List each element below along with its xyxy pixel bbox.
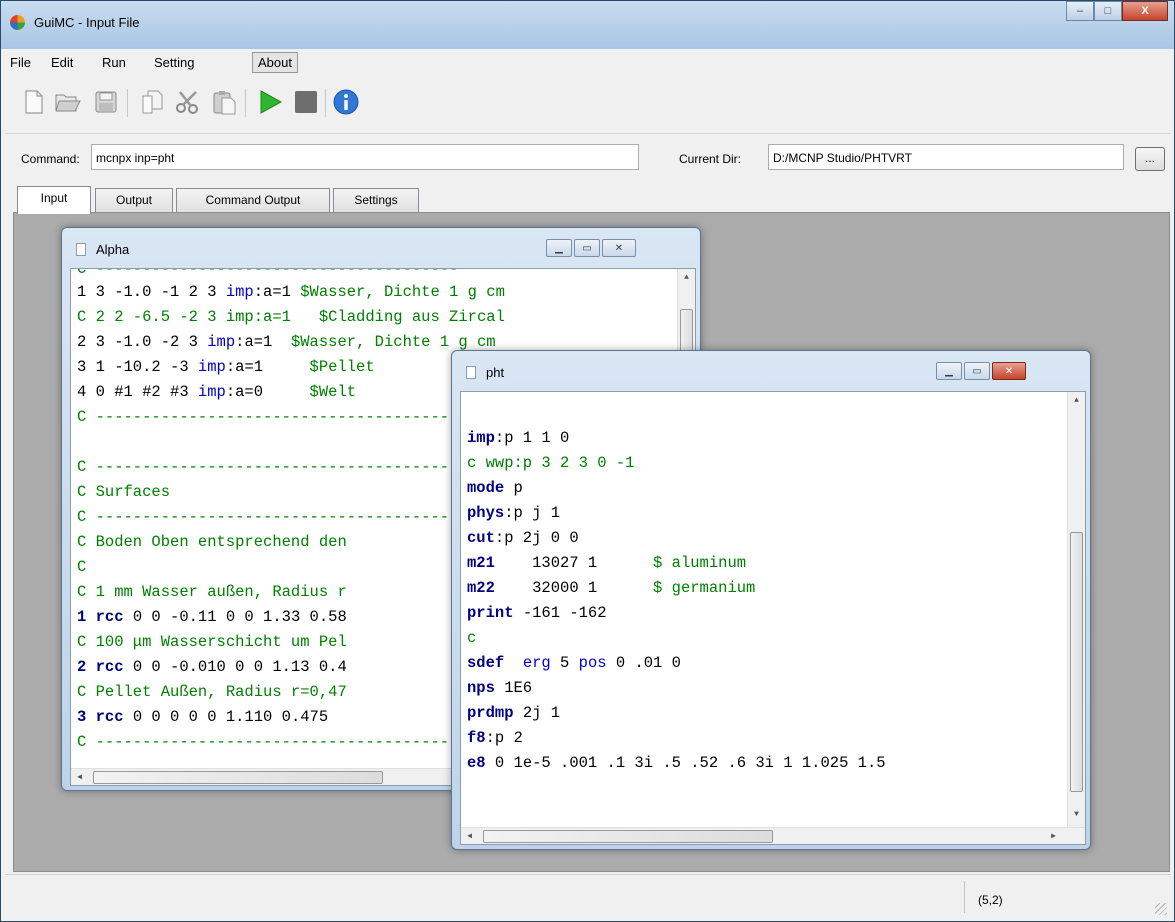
alpha-minimize-button[interactable]: ▁ — [546, 239, 572, 257]
code-line: m21 13027 1 $ aluminum — [467, 554, 747, 572]
tab-settings[interactable]: Settings — [333, 188, 419, 212]
stop-icon[interactable] — [291, 87, 321, 117]
code-line: 4 0 #1 #2 #3 imp:a=0 $Welt — [77, 383, 357, 401]
document-icon — [466, 366, 476, 379]
pht-editor[interactable]: imp:p 1 1 0 c wwp:p 3 2 3 0 -1 mode p ph… — [460, 391, 1086, 845]
code-line: 2 3 -1.0 -2 3 imp:a=1 $Wasser, Dichte 1 … — [77, 333, 496, 351]
pht-minimize-button[interactable]: ▁ — [936, 362, 962, 380]
alpha-close-button[interactable]: ✕ — [602, 239, 636, 257]
run-play-icon[interactable] — [255, 87, 285, 117]
code-line: c — [467, 629, 477, 647]
document-icon — [76, 243, 86, 256]
code-line: C 2 2 -6.5 -2 3 imp:a=1 $Cladding aus Zi… — [77, 308, 505, 326]
code-line: C 1 mm Wasser außen, Radius r — [77, 583, 347, 601]
menu-about[interactable]: About — [252, 52, 298, 73]
menu-run[interactable]: Run — [97, 54, 131, 71]
maximize-button[interactable]: □ — [1094, 1, 1122, 21]
current-dir-label: Current Dir: — [679, 152, 742, 166]
save-icon[interactable] — [91, 87, 121, 117]
code-line: cut:p 2j 0 0 — [467, 529, 579, 547]
open-folder-icon[interactable] — [53, 87, 83, 117]
code-line: C --------------------------------------… — [77, 458, 459, 476]
pht-vertical-scrollbar[interactable]: ▲ ▼ — [1067, 392, 1085, 827]
code-line: prdmp 2j 1 — [467, 704, 561, 722]
pht-window-title: pht — [486, 365, 505, 380]
code-line: f8:p 2 — [467, 729, 523, 747]
current-dir-input[interactable]: D:/MCNP Studio/PHTVRT — [768, 144, 1124, 170]
code-line: mode p — [467, 479, 523, 497]
paste-icon[interactable] — [209, 87, 239, 117]
code-line: c wwp:p 3 2 3 0 -1 — [467, 454, 635, 472]
app-logo-icon — [10, 15, 25, 30]
toolbar — [5, 79, 1171, 134]
cursor-position: (5,2) — [978, 893, 1003, 907]
code-line: imp:p 1 1 0 — [467, 429, 570, 447]
code-line: nps 1E6 — [467, 679, 533, 697]
code-line: sdef erg 5 pos 0 .01 0 — [467, 654, 681, 672]
code-line: 3 1 -10.2 -3 imp:a=1 $Pellet — [77, 358, 375, 376]
status-bar: (5,2) — [5, 874, 1171, 919]
pht-window[interactable]: pht ▁ ▭ ✕ imp:p 1 1 0 c wwp:p 3 2 3 0 -1… — [451, 350, 1091, 850]
resize-grip[interactable] — [1155, 903, 1167, 915]
code-line: 1 3 -1.0 -1 2 3 imp:a=1 $Wasser, Dichte … — [77, 283, 505, 301]
info-icon[interactable] — [331, 87, 361, 117]
code-line: 2 rcc 0 0 -0.010 0 0 1.13 0.4 — [77, 658, 347, 676]
code-line: C Surfaces — [77, 483, 171, 501]
close-button[interactable]: X — [1122, 1, 1168, 21]
code-line: C Pellet Außen, Radius r=0,47 — [77, 683, 347, 701]
pht-close-button[interactable]: ✕ — [992, 362, 1026, 380]
code-line: C --------------------------------------… — [77, 408, 459, 426]
alpha-window-title: Alpha — [96, 242, 130, 257]
code-line: e8 0 1e-5 .001 .1 3i .5 .52 .6 3i 1 1.02… — [467, 754, 886, 772]
pht-horizontal-scrollbar[interactable]: ◀ ▶ — [461, 827, 1085, 844]
code-line: C 100 μm Wasserschicht um Pel — [77, 633, 347, 651]
alpha-maximize-button[interactable]: ▭ — [574, 239, 600, 257]
code-line: m22 32000 1 $ germanium — [467, 579, 756, 597]
copy-icon[interactable] — [137, 87, 167, 117]
title-bar[interactable]: GuiMC - Input File – □ X — [1, 1, 1174, 49]
window-title: GuiMC - Input File — [34, 15, 140, 30]
code-line: 1 rcc 0 0 -0.11 0 0 1.33 0.58 — [77, 608, 347, 626]
code-line: phys:p j 1 — [467, 504, 561, 522]
command-row: Command: mcnpx inp=pht Current Dir: D:/M… — [5, 141, 1171, 175]
menu-setting[interactable]: Setting — [149, 54, 199, 71]
code-line: C --------------------------------------… — [77, 733, 459, 751]
tab-command-output[interactable]: Command Output — [176, 188, 330, 212]
browse-button[interactable]: ... — [1135, 147, 1165, 171]
tab-input[interactable]: Input — [17, 186, 91, 214]
code-line: C --------------------------------------… — [77, 508, 459, 526]
code-line: print -161 -162 — [467, 604, 607, 622]
cut-icon[interactable] — [173, 87, 203, 117]
code-line: C — [77, 558, 87, 576]
tab-output[interactable]: Output — [95, 188, 173, 212]
command-input[interactable]: mcnpx inp=pht — [91, 144, 639, 170]
command-label: Command: — [21, 152, 80, 166]
code-line: C Boden Oben entsprechend den — [77, 533, 347, 551]
new-file-icon[interactable] — [19, 87, 49, 117]
menu-edit[interactable]: Edit — [46, 54, 78, 71]
mdi-area: Alpha ▁ ▭ ✕ C --------------------------… — [13, 212, 1170, 872]
code-line: 3 rcc 0 0 0 0 0 1.110 0.475 — [77, 708, 329, 726]
minimize-button[interactable]: – — [1066, 1, 1094, 21]
main-window: GuiMC - Input File – □ X File Edit Run S… — [0, 0, 1175, 922]
menu-file[interactable]: File — [5, 54, 36, 71]
menu-bar: File Edit Run Setting About — [5, 51, 1171, 75]
pht-maximize-button[interactable]: ▭ — [964, 362, 990, 380]
